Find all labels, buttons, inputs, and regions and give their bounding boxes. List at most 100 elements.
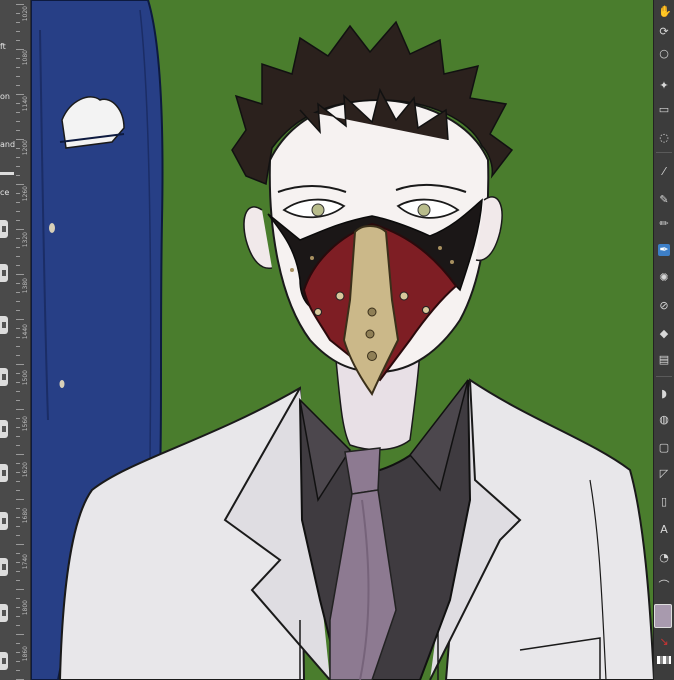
ruler-tick [16,355,20,356]
panel-label: ce [0,188,10,197]
text-icon[interactable]: A [658,524,670,536]
panel-toggle[interactable] [0,420,8,438]
ruler-tick [16,517,20,518]
separator [656,152,672,153]
ruler-tick [16,229,24,230]
lasso-icon[interactable]: ◌ [658,132,670,144]
ruler-tick [16,616,20,617]
drawing-canvas[interactable] [31,0,654,680]
slider-track[interactable] [0,172,14,175]
panel-toggle[interactable] [0,220,8,238]
panel-toggle[interactable] [0,512,8,530]
ruler-tick [16,373,20,374]
ruler-tick [16,220,20,221]
hand-icon[interactable]: ✋ [658,6,672,18]
ruler-tick [16,490,20,491]
ruler-tick [16,634,24,635]
ruler-number: 1020 [22,6,29,22]
left-panel: ft on and ce 1020 1080 1140 1200 1260 13… [0,0,31,680]
ruler-tick [16,391,20,392]
correction-icon[interactable]: ⌒ [658,580,670,592]
ruler-tick [16,436,20,437]
ruler-tick [16,211,20,212]
eyedropper-icon[interactable]: ⁄ [658,166,670,178]
panel-toggle[interactable] [0,316,8,334]
ruler-tick [16,283,20,284]
panel-toggle[interactable] [0,604,8,622]
ruler-tick [16,454,24,455]
ruler-number: 1380 [22,278,29,294]
fill-icon[interactable]: ◍ [658,414,670,426]
select-icon[interactable]: ▭ [658,104,670,116]
ruler-tick [16,562,20,563]
ruler-tick [16,364,24,365]
eraser-icon[interactable]: ◆ [658,328,670,340]
ruler-tick [16,544,24,545]
ruler-tick [16,382,20,383]
panel-toggle[interactable] [0,264,8,282]
decoration-icon[interactable]: ⊘ [658,300,670,312]
swap-colors-icon[interactable]: ↘ [658,636,670,648]
ruler-tick [16,76,20,77]
ruler-tick [16,310,20,311]
coat-button [59,380,65,388]
ruler-number: 1260 [22,186,29,202]
brush-icon[interactable]: ✒ [658,244,670,256]
ruler-tick [16,40,20,41]
ruler-tick [16,328,20,329]
ruler-tick [16,4,24,5]
ruler-tick [16,472,20,473]
ruler-number: 1500 [22,370,29,386]
blend-icon[interactable]: ◗ [658,388,670,400]
ruler-tick [16,643,20,644]
ruler-tick [16,553,20,554]
airbrush-icon[interactable]: ✺ [658,272,670,284]
ruler-tick [16,157,20,158]
panel-toggle[interactable] [0,368,8,386]
ruler-icon[interactable]: ▯ [658,496,670,508]
ruler-tick [16,94,24,95]
panel-toggle[interactable] [0,558,8,576]
transparent-color-icon[interactable] [657,656,671,664]
pen-icon[interactable]: ✎ [658,194,670,206]
ruler-number: 1560 [22,416,29,432]
current-color-swatch[interactable] [654,604,672,628]
ruler-tick [16,67,20,68]
frame-icon[interactable]: ◸ [658,468,670,480]
shape-icon[interactable]: ▢ [658,442,670,454]
ruler-tick [16,85,20,86]
ruler-tick [16,481,20,482]
panel-toggle[interactable] [0,464,8,482]
ruler-tick [16,337,20,338]
ruler-tick [16,499,24,500]
gradient-icon[interactable]: ▤ [658,354,670,366]
coat-button [49,223,55,233]
ruler-number: 1620 [22,462,29,478]
ruler-tick [16,292,20,293]
ruler-tick [16,418,20,419]
ruler-tick [16,463,20,464]
ruler-tick [16,238,20,239]
ruler-tick [16,202,20,203]
ruler-tick [16,346,20,347]
ruler-tick [16,427,20,428]
rotate-icon[interactable]: ⟳ [658,26,670,38]
panel-label: and [0,140,16,149]
pencil-icon[interactable]: ✏ [658,218,670,230]
ruler-tick [16,130,20,131]
ruler-tick [16,22,20,23]
ruler-tick [16,508,20,509]
ruler-tick [16,580,20,581]
balloon-icon[interactable]: ◔ [658,552,670,564]
ruler-tick [16,445,20,446]
ruler-tick [16,301,20,302]
ruler-tick [16,58,20,59]
ruler-tick [16,400,20,401]
ruler-tick [16,670,20,671]
ruler-number: 1800 [22,600,29,616]
zoom-icon[interactable]: ○ [658,48,670,60]
ruler-tick [16,13,20,14]
panel-toggle[interactable] [0,652,8,670]
ruler-tick [16,112,20,113]
move-icon[interactable]: ✦ [658,80,670,92]
